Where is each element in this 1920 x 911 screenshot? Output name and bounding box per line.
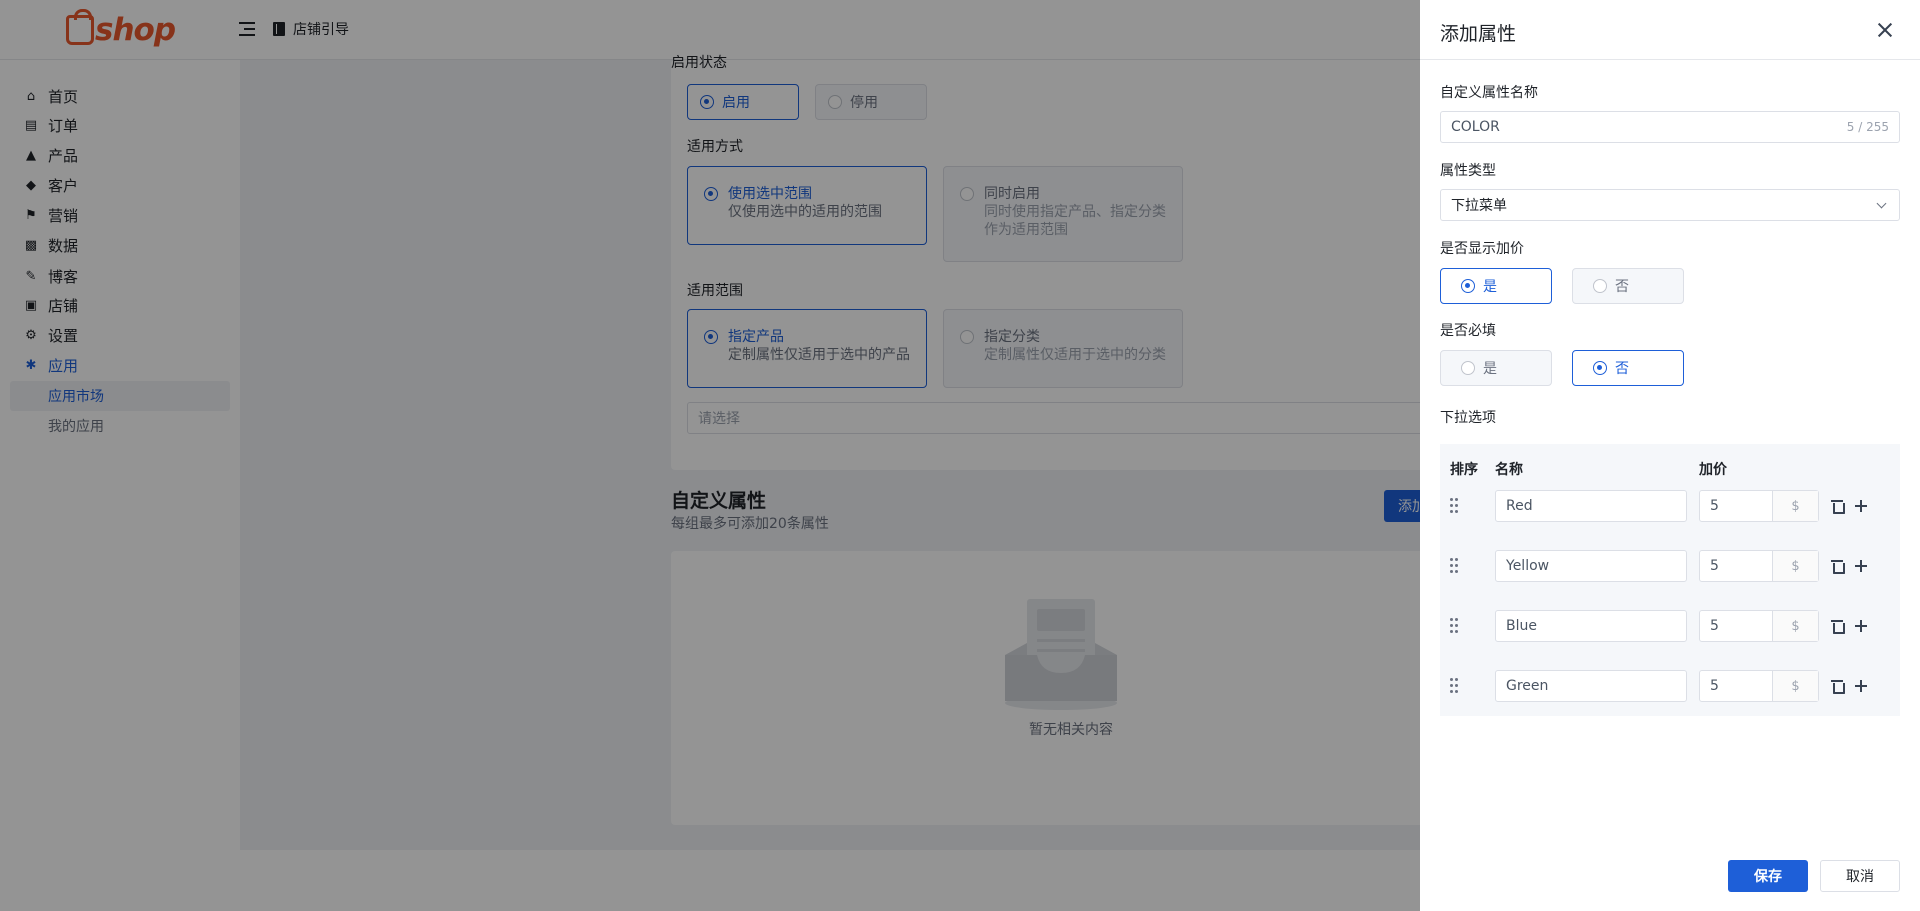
option-name-value: Green (1506, 678, 1549, 694)
save-button-label: 保存 (1754, 869, 1782, 885)
option-price-value: 5 (1710, 498, 1719, 514)
option-name-input[interactable]: Red (1495, 490, 1687, 522)
attribute-type-value: 下拉菜单 (1451, 198, 1507, 214)
table-row: Blue 5 $ (1440, 610, 1900, 642)
show-price-yes-radio[interactable]: 是 (1440, 268, 1552, 304)
radio-label: 是 (1483, 279, 1497, 295)
column-header-order: 排序 (1450, 462, 1478, 478)
radio-label: 否 (1615, 279, 1629, 295)
table-row: Green 5 $ (1440, 670, 1900, 702)
attribute-type-select[interactable]: 下拉菜单 (1440, 189, 1900, 221)
option-name-input[interactable]: Yellow (1495, 550, 1687, 582)
attribute-name-label: 自定义属性名称 (1440, 85, 1538, 101)
option-price-input[interactable]: 5 $ (1699, 670, 1819, 702)
chevron-down-icon (1876, 198, 1887, 208)
required-label: 是否必填 (1440, 323, 1496, 339)
plus-icon[interactable] (1855, 680, 1867, 692)
dropdown-options-label: 下拉选项 (1440, 410, 1496, 426)
show-price-no-radio[interactable]: 否 (1572, 268, 1684, 304)
required-no-radio[interactable]: 否 (1572, 350, 1684, 386)
currency-unit: $ (1772, 671, 1818, 701)
plus-icon[interactable] (1855, 620, 1867, 632)
column-header-name: 名称 (1495, 462, 1523, 478)
cancel-button[interactable]: 取消 (1820, 860, 1900, 892)
trash-icon[interactable] (1831, 499, 1845, 514)
table-row: Yellow 5 $ (1440, 550, 1900, 582)
close-icon[interactable] (1877, 22, 1893, 38)
trash-icon[interactable] (1831, 619, 1845, 634)
drag-handle-icon[interactable] (1450, 678, 1458, 694)
option-price-input[interactable]: 5 $ (1699, 490, 1819, 522)
option-price-value: 5 (1710, 558, 1719, 574)
drag-handle-icon[interactable] (1450, 558, 1458, 574)
option-name-value: Blue (1506, 618, 1537, 634)
column-header-price: 加价 (1699, 462, 1727, 478)
drag-handle-icon[interactable] (1450, 498, 1458, 514)
save-button[interactable]: 保存 (1728, 860, 1808, 892)
radio-dot-icon (1461, 279, 1475, 293)
radio-dot-icon (1593, 361, 1607, 375)
radio-dot-icon (1461, 361, 1475, 375)
radio-label: 否 (1615, 361, 1629, 377)
drawer-header: 添加属性 (1420, 0, 1920, 60)
option-name-input[interactable]: Blue (1495, 610, 1687, 642)
trash-icon[interactable] (1831, 679, 1845, 694)
drag-handle-icon[interactable] (1450, 618, 1458, 634)
cancel-button-label: 取消 (1846, 869, 1874, 885)
option-price-input[interactable]: 5 $ (1699, 550, 1819, 582)
currency-unit: $ (1772, 491, 1818, 521)
plus-icon[interactable] (1855, 500, 1867, 512)
table-row: Red 5 $ (1440, 490, 1900, 522)
plus-icon[interactable] (1855, 560, 1867, 572)
attribute-name-input[interactable]: COLOR 5 / 255 (1440, 111, 1900, 143)
radio-dot-icon (1593, 279, 1607, 293)
char-counter: 5 / 255 (1846, 120, 1889, 134)
option-price-value: 5 (1710, 618, 1719, 634)
currency-unit: $ (1772, 611, 1818, 641)
attribute-name-value: COLOR (1451, 119, 1500, 135)
add-attribute-drawer: 添加属性 自定义属性名称 COLOR 5 / 255 属性类型 下拉菜单 是否显… (1420, 0, 1920, 911)
required-yes-radio[interactable]: 是 (1440, 350, 1552, 386)
radio-label: 是 (1483, 361, 1497, 377)
options-table: 排序 名称 加价 Red 5 $ Yellow 5 $ Blue 5 $ Gre… (1440, 444, 1900, 716)
drawer-title: 添加属性 (1440, 23, 1517, 45)
show-price-label: 是否显示加价 (1440, 241, 1524, 257)
option-price-value: 5 (1710, 678, 1719, 694)
currency-unit: $ (1772, 551, 1818, 581)
trash-icon[interactable] (1831, 559, 1845, 574)
option-name-input[interactable]: Green (1495, 670, 1687, 702)
option-name-value: Yellow (1506, 558, 1550, 574)
option-name-value: Red (1506, 498, 1533, 514)
attribute-type-label: 属性类型 (1440, 163, 1496, 179)
option-price-input[interactable]: 5 $ (1699, 610, 1819, 642)
